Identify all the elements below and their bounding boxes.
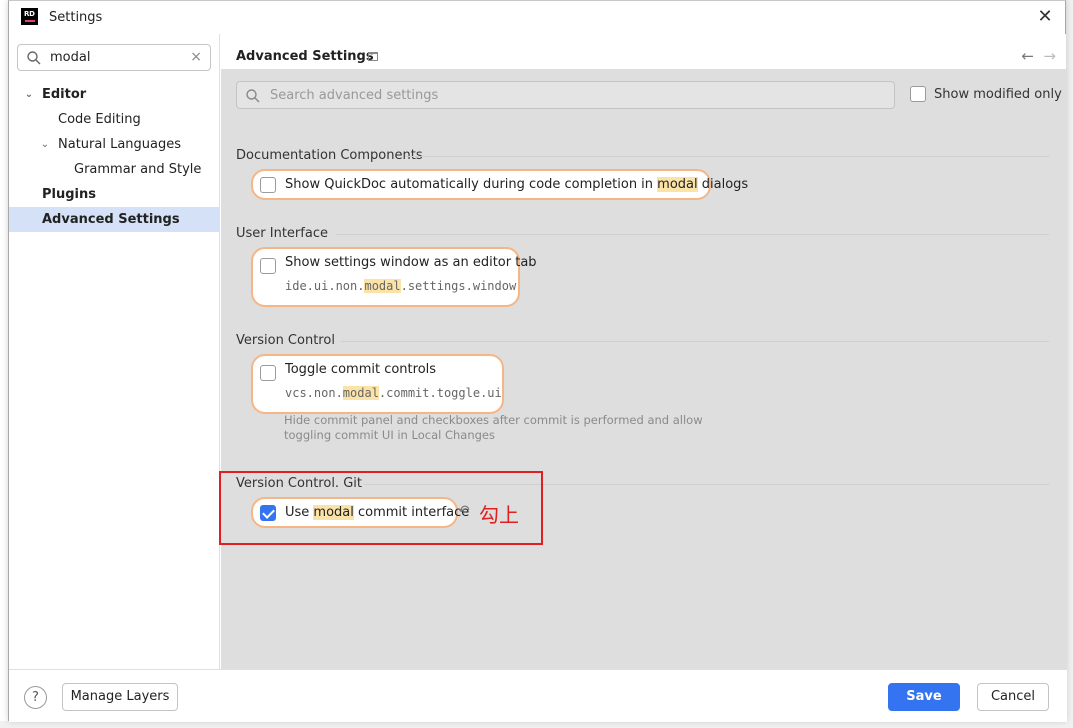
sidebar-item-label: Grammar and Style xyxy=(74,162,202,177)
sidebar-item-code-editing[interactable]: Code Editing xyxy=(9,107,220,132)
chevron-down-icon[interactable]: ⌄ xyxy=(39,132,51,157)
setting-settings-window-editor-tab[interactable]: Show settings window as an editor tab id… xyxy=(251,247,537,307)
window-icon[interactable] xyxy=(368,52,378,61)
sidebar-item-plugins[interactable]: Plugins xyxy=(9,182,220,207)
setting-id: ide.ui.non.modal.settings.window xyxy=(285,279,517,293)
content-header: Advanced Settings ← → xyxy=(221,34,1066,69)
sidebar-item-label: Plugins xyxy=(42,187,96,202)
setting-label: Toggle commit controls xyxy=(285,362,437,377)
setting-id: vcs.non.modal.commit.toggle.ui xyxy=(285,386,502,400)
sidebar-item-editor[interactable]: ⌄ Editor xyxy=(9,82,220,107)
checkbox[interactable] xyxy=(910,86,926,102)
sidebar-item-label: Natural Languages xyxy=(58,137,182,152)
sidebar-item-grammar-and-style[interactable]: Grammar and Style xyxy=(9,157,220,182)
close-icon[interactable]: ✕ xyxy=(1033,5,1057,29)
clear-search-icon[interactable]: × xyxy=(190,49,202,65)
advanced-search-input[interactable]: Search advanced settings xyxy=(236,81,895,109)
forward-arrow-icon[interactable]: → xyxy=(1043,47,1056,65)
window-title: Settings xyxy=(49,10,103,25)
setting-label: Show QuickDoc automatically during code … xyxy=(285,177,749,192)
checkbox[interactable] xyxy=(260,365,276,381)
group-label-version-control: Version Control xyxy=(236,333,335,348)
settings-window: RD Settings ✕ modal × ⌄ Editor Code Edit… xyxy=(8,0,1067,722)
settings-search-input[interactable]: modal × xyxy=(17,44,211,71)
page-title: Advanced Settings xyxy=(236,49,374,64)
checkbox[interactable] xyxy=(260,258,276,274)
sidebar-item-label: Code Editing xyxy=(58,112,141,127)
sidebar-item-label: Editor xyxy=(42,87,87,102)
chevron-down-icon[interactable]: ⌄ xyxy=(23,82,35,107)
annotation-text: 勾上 xyxy=(479,503,519,527)
background-strip xyxy=(1066,0,1073,728)
background-strip xyxy=(0,721,1073,728)
advanced-settings-panel: Search advanced settings Show modified o… xyxy=(219,69,1066,669)
search-icon xyxy=(27,51,41,65)
sidebar-item-label: Advanced Settings xyxy=(42,212,180,227)
setting-toggle-commit-controls[interactable]: Toggle commit controls vcs.non.modal.com… xyxy=(251,354,504,414)
manage-layers-button[interactable]: Manage Layers xyxy=(62,683,178,711)
sidebar-item-advanced-settings[interactable]: Advanced Settings xyxy=(9,207,220,232)
sidebar-item-natural-languages[interactable]: ⌄ Natural Languages xyxy=(9,132,220,157)
divider xyxy=(341,341,1049,342)
search-placeholder: Search advanced settings xyxy=(270,88,439,103)
divider xyxy=(405,156,1049,157)
cancel-button[interactable]: Cancel xyxy=(977,683,1049,711)
group-label-documentation-components: Documentation Components xyxy=(236,148,423,163)
setting-description: Hide commit panel and checkboxes after c… xyxy=(284,413,703,442)
dialog-footer: ? Manage Layers Save Cancel xyxy=(9,669,1067,722)
search-icon xyxy=(246,89,260,103)
show-modified-label: Show modified only xyxy=(934,86,1062,102)
title-bar: RD Settings ✕ xyxy=(9,1,1065,34)
back-arrow-icon[interactable]: ← xyxy=(1021,47,1034,65)
app-logo-icon: RD xyxy=(21,8,38,25)
setting-show-quickdoc[interactable]: Show QuickDoc automatically during code … xyxy=(251,169,748,200)
checkbox[interactable] xyxy=(260,177,276,193)
app-logo-text: RD xyxy=(24,10,35,18)
sidebar: modal × ⌄ Editor Code Editing ⌄ Natural … xyxy=(9,34,220,669)
group-label-user-interface: User Interface xyxy=(236,226,328,241)
save-button[interactable]: Save xyxy=(888,683,960,711)
show-modified-only-checkbox[interactable]: Show modified only xyxy=(910,86,1062,102)
divider xyxy=(336,234,1049,235)
settings-tree: ⌄ Editor Code Editing ⌄ Natural Language… xyxy=(9,82,220,232)
help-icon[interactable]: ? xyxy=(24,686,47,709)
setting-label: Show settings window as an editor tab xyxy=(285,255,537,270)
search-value: modal xyxy=(50,50,91,65)
